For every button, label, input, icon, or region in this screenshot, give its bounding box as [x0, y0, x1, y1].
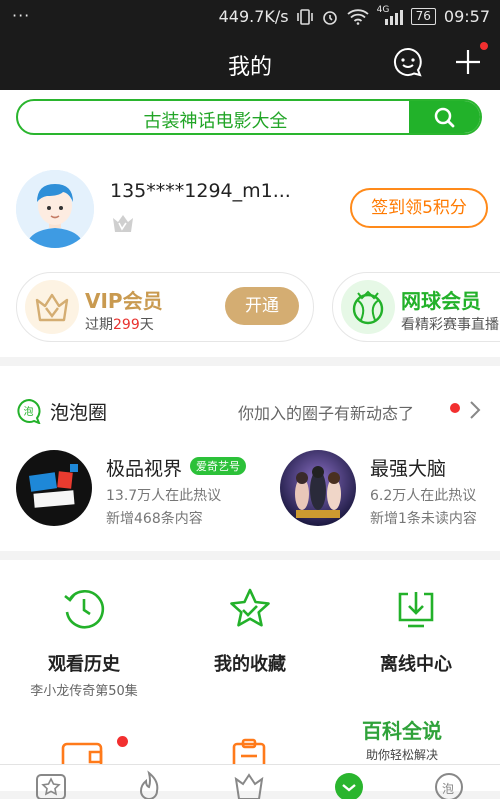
- tab-paopao-icon[interactable]: 泡: [432, 769, 466, 799]
- vip-expiry: 过期299天: [85, 314, 154, 334]
- svg-text:泡: 泡: [24, 405, 34, 418]
- group-name-2[interactable]: 最强大脑: [370, 454, 446, 481]
- page-title: 我的: [227, 55, 272, 80]
- chevron-right-icon[interactable]: [468, 399, 482, 421]
- star-icon: [230, 588, 270, 627]
- group-stat-1: 13.7万人在此热议: [106, 488, 222, 504]
- top-nav: 我的: [0, 34, 500, 90]
- group-tag-1: 爱奇艺号: [190, 457, 246, 475]
- my-favorites[interactable]: 我的收藏: [170, 586, 330, 676]
- favorites-label: 我的收藏: [214, 654, 286, 675]
- paopao-new-dot: [450, 403, 460, 413]
- default-avatar-icon: [16, 170, 94, 248]
- vip-open-button[interactable]: 开通: [225, 287, 299, 325]
- tennis-title: 网球会员: [401, 289, 481, 313]
- plus-notification-dot: [480, 42, 488, 50]
- wallet-dot: [117, 736, 128, 747]
- group-name-1[interactable]: 极品视界: [106, 454, 182, 481]
- watermark-subtitle: 助你轻松解决: [365, 748, 438, 762]
- paopao-title[interactable]: 泡泡圈: [50, 398, 107, 425]
- tennis-card[interactable]: 网球会员 看精彩赛事直播: [332, 272, 500, 342]
- vip-card[interactable]: VIP会员 过期299天 开通: [16, 272, 314, 342]
- search-input[interactable]: 古装神话电影大全: [16, 99, 482, 135]
- vip-expiry-prefix: 过期: [85, 317, 113, 333]
- paopao-card: 泡 泡泡圈 你加入的圈子有新动态了 极品视界 爱奇艺号 13.7万人在此热议 新…: [0, 366, 500, 551]
- tab-home-icon[interactable]: [34, 769, 68, 799]
- tennis-ball-icon: [341, 280, 395, 334]
- offline-center[interactable]: 离线中心: [336, 586, 496, 676]
- search-icon: [434, 107, 455, 128]
- notification-dots: ···: [12, 6, 31, 25]
- vibrate-icon: [296, 8, 313, 25]
- vip-expiry-suffix: 天: [139, 317, 154, 333]
- alarm-icon: [322, 10, 337, 25]
- paopao-icon: 泡: [17, 398, 41, 424]
- group-new-1: 新增468条内容: [106, 511, 203, 527]
- search-placeholder: 古装神话电影大全: [143, 111, 288, 132]
- paopao-note[interactable]: 你加入的圈子有新动态了: [238, 400, 414, 424]
- clock: 09:57: [443, 7, 490, 26]
- search-area: 古装神话电影大全: [0, 90, 500, 144]
- status-right: 449.7K/s 4G 76 09:57: [218, 5, 490, 27]
- watermark: 百科全说 助你轻松解决: [362, 715, 442, 763]
- offline-label: 离线中心: [380, 654, 452, 675]
- vip-expiry-days: 299: [113, 317, 140, 333]
- tab-mine-icon[interactable]: [332, 769, 366, 799]
- battery-indicator: 76: [410, 8, 436, 25]
- checkin-button[interactable]: 签到领5积分: [350, 188, 488, 228]
- signal-icon: 4G: [377, 5, 403, 25]
- history-sub: 李小龙传奇第50集: [30, 684, 138, 699]
- svg-text:泡: 泡: [442, 782, 454, 796]
- history-clock-icon: [64, 589, 105, 629]
- status-bar: ··· 449.7K/s 4G 76 09:57: [0, 0, 500, 34]
- username[interactable]: 135****1294_m1...: [110, 180, 291, 202]
- tab-hot-icon[interactable]: [132, 769, 166, 799]
- chat-bubble-icon[interactable]: [392, 46, 424, 78]
- tab-vip-icon[interactable]: [232, 769, 266, 799]
- watermark-title: 百科全说: [362, 719, 442, 743]
- bottom-tab-bar: 泡: [0, 764, 500, 799]
- download-icon: [398, 592, 434, 628]
- network-speed: 449.7K/s: [218, 7, 289, 26]
- search-button[interactable]: [409, 101, 480, 133]
- avatar[interactable]: [16, 170, 94, 248]
- group-new-2: 新增1条未读内容: [370, 511, 477, 527]
- group-avatar-2[interactable]: [280, 450, 356, 526]
- level-crown-icon: [113, 215, 133, 232]
- group-stat-2: 6.2万人在此热议: [370, 488, 477, 504]
- vip-crown-icon: [25, 280, 79, 334]
- wifi-icon: [347, 8, 369, 25]
- plus-icon[interactable]: [452, 46, 484, 78]
- watch-history[interactable]: 观看历史 李小龙传奇第50集: [4, 586, 164, 699]
- history-label: 观看历史: [48, 654, 120, 675]
- tennis-subtitle: 看精彩赛事直播: [401, 317, 499, 333]
- group-avatar-1[interactable]: [16, 450, 92, 526]
- profile-card: 135****1294_m1... 签到领5积分 VIP会员 过期299天 开通…: [0, 144, 500, 357]
- vip-title: VIP会员: [85, 289, 163, 313]
